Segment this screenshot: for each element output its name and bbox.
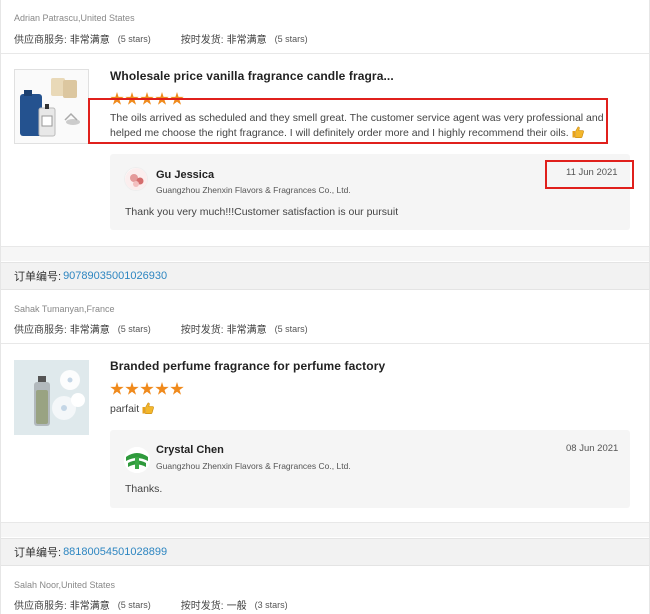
product-title[interactable]: Wholesale price vanilla fragrance candle… bbox=[110, 69, 394, 83]
star-icon bbox=[155, 382, 169, 395]
order-label: 订单编号: bbox=[14, 547, 62, 559]
order-label: 订单编号: bbox=[14, 271, 62, 283]
avatar bbox=[124, 447, 150, 473]
supplier-service-stars: (5 stars) bbox=[117, 323, 151, 334]
review-text: parfait bbox=[110, 402, 155, 417]
reply-text: Thanks. bbox=[125, 483, 163, 495]
reviewer-name: Sahak Tumanyan,France bbox=[14, 304, 115, 314]
reply-company[interactable]: Guangzhou Zhenxin Flavors & Fragrances C… bbox=[156, 461, 351, 471]
reply-author: Gu Jessica bbox=[156, 169, 215, 181]
thumbs-up-icon bbox=[142, 402, 155, 414]
order-number-link[interactable]: 90789035001026930 bbox=[63, 270, 167, 282]
supplier-service-stars: (5 stars) bbox=[117, 599, 151, 610]
star-icon bbox=[170, 382, 184, 395]
rating-stars bbox=[110, 382, 184, 396]
reply-author: Crystal Chen bbox=[156, 444, 224, 456]
rating-summary: 供应商服务: 非常满意 (5 stars) 按时发货: 一般 (3 stars) bbox=[14, 597, 288, 613]
review-text-content: parfait bbox=[110, 403, 140, 415]
shipping-value: 一般 bbox=[226, 601, 247, 612]
order-number-link[interactable]: 88180054501028899 bbox=[63, 546, 167, 558]
shipping-label: 按时发货: bbox=[180, 601, 224, 612]
rating-summary: 供应商服务: 非常满意 (5 stars) 按时发货: 非常满意 (5 star… bbox=[14, 31, 308, 47]
reply-company[interactable]: Guangzhou Zhenxin Flavors & Fragrances C… bbox=[156, 185, 351, 195]
shipping-value: 非常满意 bbox=[226, 35, 267, 46]
reply-text: Thank you very much!!!Customer satisfact… bbox=[125, 206, 399, 218]
product-image[interactable] bbox=[14, 360, 89, 435]
rating-summary: 供应商服务: 非常满意 (5 stars) 按时发货: 非常满意 (5 star… bbox=[14, 321, 308, 337]
product-image[interactable] bbox=[14, 69, 89, 144]
shipping-stars: (3 stars) bbox=[254, 599, 288, 610]
shipping-stars: (5 stars) bbox=[274, 323, 308, 334]
supplier-service-label: 供应商服务: bbox=[14, 601, 67, 612]
star-icon bbox=[110, 382, 124, 395]
shipping-label: 按时发货: bbox=[180, 325, 224, 336]
supplier-service-label: 供应商服务: bbox=[14, 35, 67, 46]
supplier-service-stars: (5 stars) bbox=[117, 33, 151, 44]
supplier-service-value: 非常满意 bbox=[69, 325, 110, 336]
seller-reply: Crystal Chen Guangzhou Zhenxin Flavors &… bbox=[110, 430, 630, 508]
thumbs-up-icon bbox=[572, 126, 584, 138]
order-number-bar: 订单编号: 88180054501028899 bbox=[1, 538, 649, 566]
star-icon bbox=[140, 382, 154, 395]
avatar bbox=[124, 167, 148, 191]
star-icon bbox=[125, 382, 139, 395]
product-title[interactable]: Branded perfume fragrance for perfume fa… bbox=[110, 359, 385, 373]
order-number-bar: 订单编号: 90789035001026930 bbox=[1, 262, 649, 290]
supplier-service-label: 供应商服务: bbox=[14, 325, 67, 336]
review-text: The oils arrived as scheduled and they s… bbox=[110, 111, 604, 141]
shipping-stars: (5 stars) bbox=[274, 33, 308, 44]
shipping-label: 按时发货: bbox=[180, 35, 224, 46]
supplier-service-value: 非常满意 bbox=[69, 35, 110, 46]
reviews-panel: Adrian Patrascu,United States 供应商服务: 非常满… bbox=[0, 0, 650, 614]
highlight-box bbox=[545, 160, 634, 189]
shipping-value: 非常满意 bbox=[226, 325, 267, 336]
review-text-content: The oils arrived as scheduled and they s… bbox=[110, 112, 604, 139]
reviewer-name: Salah Noor,United States bbox=[14, 580, 116, 590]
reply-date: 08 Jun 2021 bbox=[566, 443, 619, 454]
reviewer-name: Adrian Patrascu,United States bbox=[14, 13, 135, 23]
supplier-service-value: 非常满意 bbox=[69, 601, 110, 612]
